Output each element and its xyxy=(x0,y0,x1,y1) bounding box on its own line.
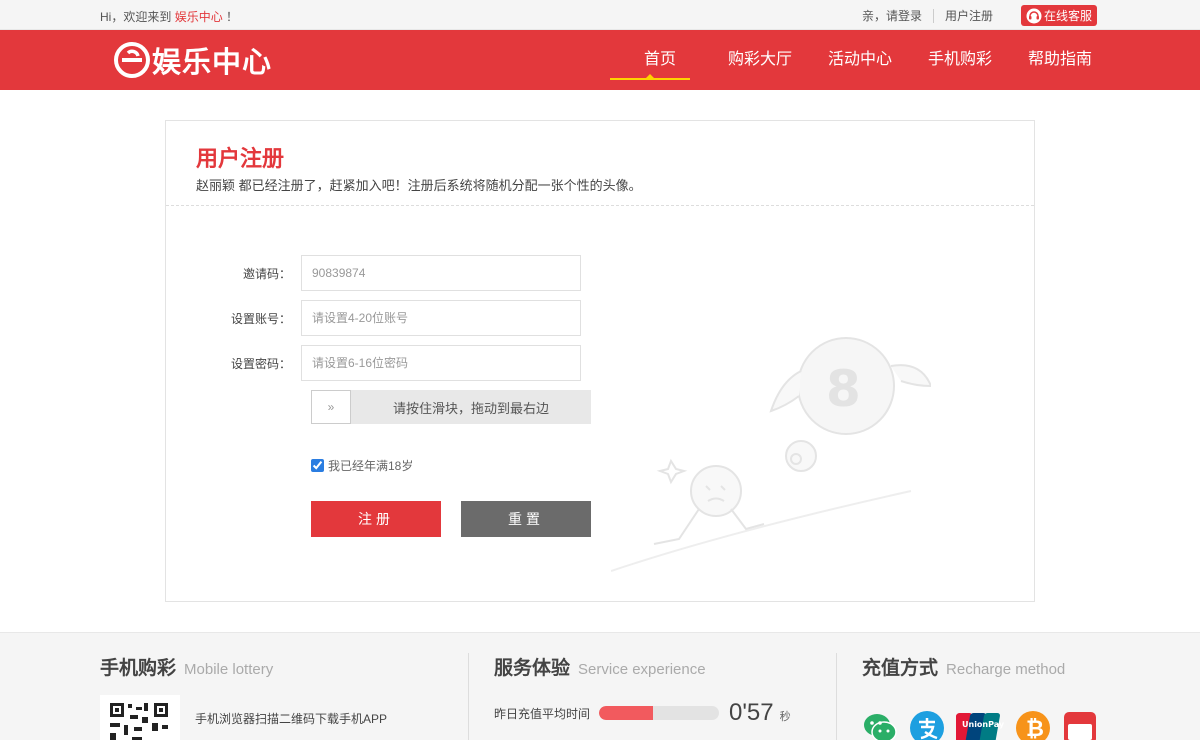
age-confirm[interactable]: 我已经年满18岁 xyxy=(311,457,413,474)
register-button[interactable]: 注册 xyxy=(311,501,441,537)
qr-download-text: 手机浏览器扫描二维码下载手机APP xyxy=(195,712,388,726)
top-bar: Hi，欢迎来到 娱乐中心 ！ 亲，请登录 用户注册 在线客服 xyxy=(0,0,1200,30)
login-link[interactable]: 亲，请登录 xyxy=(851,6,933,26)
site-logo[interactable]: 娱乐中心 xyxy=(114,40,272,80)
mobile-section-heading: 手机购彩 Mobile lottery xyxy=(100,653,273,680)
recharge-time-stat: 昨日充值平均时间 0'57 秒 xyxy=(494,699,791,727)
logo-mark-icon xyxy=(114,42,150,78)
page-title: 用户注册 xyxy=(196,146,285,171)
welcome-prefix: Hi，欢迎来到 xyxy=(100,10,172,24)
service-title: 服务体验 xyxy=(494,658,571,679)
main-nav: 首页 购彩大厅 活动中心 手机购彩 帮助指南 xyxy=(610,30,1110,90)
mobile-subtitle: Mobile lottery xyxy=(184,661,274,678)
age-checkbox-label: 我已经年满18岁 xyxy=(328,459,414,473)
stat-progress-bar xyxy=(599,706,719,720)
welcome-suffix: ！ xyxy=(226,10,239,24)
dashed-divider xyxy=(166,205,1034,206)
nav-item-lottery-hall[interactable]: 购彩大厅 xyxy=(710,30,810,90)
qr-code-icon xyxy=(110,703,168,740)
online-service-label: 在线客服 xyxy=(1043,9,1092,23)
decorative-illustration: 8 xyxy=(611,337,931,572)
svg-text:8: 8 xyxy=(826,360,861,418)
online-service-button[interactable]: 在线客服 xyxy=(1020,5,1097,26)
register-panel: 用户注册 赵丽颖 都已经注册了，赶紧加入吧！注册后系统将随机分配一张个性的头像。… xyxy=(165,120,1035,602)
account-row: 设置账号： xyxy=(166,300,581,336)
mobile-title: 手机购彩 xyxy=(100,658,177,679)
register-link[interactable]: 用户注册 xyxy=(934,6,1004,26)
service-subtitle: Service experience xyxy=(578,661,706,678)
headset-icon xyxy=(1026,8,1042,23)
quickpass-icon xyxy=(1064,712,1096,740)
stat-progress-fill xyxy=(599,706,653,720)
stat-value: 0'57 xyxy=(729,699,774,726)
footer-divider xyxy=(836,653,837,740)
password-label: 设置密码： xyxy=(230,356,291,371)
recharge-subtitle: Recharge method xyxy=(946,661,1066,678)
service-section-heading: 服务体验 Service experience xyxy=(494,653,706,680)
nav-item-help[interactable]: 帮助指南 xyxy=(1010,30,1110,90)
svg-text:UnionPay: UnionPay xyxy=(962,720,1004,729)
alipay-icon xyxy=(910,711,944,740)
age-checkbox[interactable] xyxy=(311,459,324,472)
account-input[interactable] xyxy=(301,300,581,336)
top-links: 亲，请登录 用户注册 在线客服 xyxy=(851,5,1097,26)
nav-item-home[interactable]: 首页 xyxy=(610,30,710,90)
page-subtitle: 赵丽颖 都已经注册了，赶紧加入吧！注册后系统将随机分配一张个性的头像。 xyxy=(196,178,642,193)
welcome-text: Hi，欢迎来到 娱乐中心 ！ xyxy=(100,8,238,25)
svg-text:₿: ₿ xyxy=(1026,717,1044,740)
payment-methods: UnionPay ₿ xyxy=(862,710,1109,740)
main-header: 娱乐中心 首页 购彩大厅 活动中心 手机购彩 帮助指南 xyxy=(0,30,1200,90)
unionpay-icon: UnionPay xyxy=(956,713,1004,740)
password-input[interactable] xyxy=(301,345,581,381)
slider-handle[interactable]: » xyxy=(311,390,351,424)
invite-code-input[interactable] xyxy=(301,255,581,291)
password-row: 设置密码： xyxy=(166,345,581,381)
reset-button[interactable]: 重置 xyxy=(461,501,591,537)
logo-text: 娱乐中心 xyxy=(152,47,273,79)
invite-label: 邀请码： xyxy=(242,266,291,281)
bitcoin-icon: ₿ xyxy=(1016,711,1050,740)
nav-item-mobile[interactable]: 手机购彩 xyxy=(910,30,1010,90)
stat-label: 昨日充值平均时间 xyxy=(494,706,591,721)
recharge-section-heading: 充值方式 Recharge method xyxy=(862,653,1065,680)
slide-captcha: » 请按住滑块，拖动到最右边 xyxy=(311,390,591,424)
nav-item-activity[interactable]: 活动中心 xyxy=(810,30,910,90)
slider-hint: 请按住滑块，拖动到最右边 xyxy=(392,400,549,416)
stat-unit: 秒 xyxy=(779,711,791,723)
account-label: 设置账号： xyxy=(230,311,291,326)
recharge-title: 充值方式 xyxy=(862,658,939,679)
invite-row: 邀请码： xyxy=(166,255,581,291)
footer-divider xyxy=(468,653,469,740)
app-qr-code xyxy=(100,695,180,740)
welcome-brand-link[interactable]: 娱乐中心 xyxy=(175,10,223,24)
wechat-pay-icon xyxy=(864,714,897,740)
